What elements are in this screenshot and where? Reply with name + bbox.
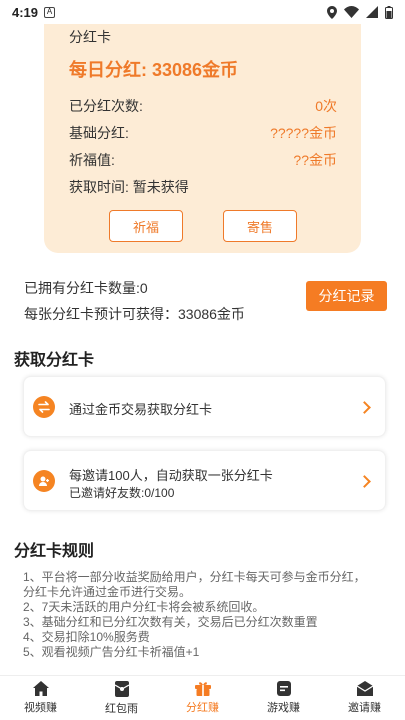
red-packet-icon [114, 680, 129, 697]
bottom-tab-bar: 视频赚 红包雨 分红赚 游戏赚 邀请赚 [0, 675, 405, 720]
row-value: ?????金币 [270, 125, 337, 141]
rule-line: 5、观看视频广告分红卡祈福值+1 [23, 645, 200, 659]
bless-button[interactable]: 祈福 [109, 210, 183, 242]
tab-label: 游戏赚 [267, 702, 300, 714]
tab-label: 邀请赚 [348, 702, 381, 714]
row-label: 祈福值: [69, 152, 115, 168]
rules-list: 1、平台将一部分收益奖励给用户，分红卡每天可参与金币分红， 分红卡允许通过金币进… [23, 570, 383, 660]
battery-icon [385, 5, 393, 19]
rule-line: 分红卡允许通过金币进行交易。 [23, 585, 192, 599]
notification-icon: A [44, 6, 56, 18]
tab-label: 红包雨 [105, 702, 138, 715]
rules-section-title: 分红卡规则 [14, 543, 95, 560]
daily-dividend: 每日分红: 33086金币 [69, 60, 239, 80]
gift-icon [194, 682, 211, 696]
task-title: 通过金币交易获取分红卡 [69, 402, 213, 417]
tab-label: 分红赚 [186, 702, 219, 714]
bless-value-row: 祈福值: ??金币 [69, 150, 337, 170]
row-label: 已分红次数: [69, 98, 143, 114]
rule-line: 3、基础分红和已分红次数有关，交易后已分红次数重置 [23, 615, 318, 629]
task-progress: 已邀请好友数:0/100 [69, 486, 175, 500]
base-dividend-row: 基础分红: ?????金币 [69, 123, 337, 143]
status-bar: 4:19 A [0, 0, 405, 24]
card-title: 分红卡 [69, 29, 111, 45]
tab-red-packet-rain[interactable]: 红包雨 [81, 676, 162, 720]
row-value: 0次 [315, 98, 337, 114]
row-value: ??金币 [293, 152, 337, 168]
tab-dividend-earn[interactable]: 分红赚 [162, 676, 243, 720]
dividend-record-button[interactable]: 分红记录 [306, 281, 387, 311]
invite-icon [356, 681, 373, 696]
status-time: 4:19 [12, 4, 39, 20]
exchange-icon [33, 396, 55, 418]
wifi-icon [344, 6, 359, 18]
expected-earnings: 每张分红卡预计可获得：33086金币 [24, 306, 245, 322]
obtain-time-row: 获取时间: 暂未获得 [69, 177, 337, 197]
signal-icon [366, 6, 378, 18]
tab-video-earn[interactable]: 视频赚 [0, 676, 81, 720]
owned-card-count: 已拥有分红卡数量:0 [24, 280, 148, 296]
home-icon [32, 681, 49, 696]
user-add-icon [33, 470, 55, 492]
game-icon [276, 681, 291, 696]
dividend-card: 分红卡 每日分红: 33086金币 已分红次数: 0次 基础分红: ?????金… [44, 24, 361, 253]
rule-line: 2、7天未活跃的用户分红卡将会被系统回收。 [23, 600, 265, 614]
location-icon [327, 5, 337, 19]
rule-line: 4、交易扣除10%服务费 [23, 630, 150, 644]
chevron-right-icon [358, 475, 371, 488]
obtain-time: 获取时间: 暂未获得 [69, 179, 189, 195]
task-invite-friends[interactable]: 每邀请100人，自动获取一张分红卡 已邀请好友数:0/100 [23, 450, 386, 511]
status-icons [327, 5, 393, 19]
chevron-right-icon [358, 401, 371, 414]
tab-label: 视频赚 [24, 702, 57, 714]
dividend-count-row: 已分红次数: 0次 [69, 96, 337, 116]
task-coin-trade[interactable]: 通过金币交易获取分红卡 [23, 376, 386, 437]
task-title: 每邀请100人，自动获取一张分红卡 [69, 468, 273, 483]
obtain-section-title: 获取分红卡 [14, 352, 95, 369]
rule-line: 1、平台将一部分收益奖励给用户，分红卡每天可参与金币分红， [23, 570, 366, 584]
tab-game-earn[interactable]: 游戏赚 [243, 676, 324, 720]
tab-invite-earn[interactable]: 邀请赚 [324, 676, 405, 720]
sell-button[interactable]: 寄售 [223, 210, 297, 242]
row-label: 基础分红: [69, 125, 129, 141]
